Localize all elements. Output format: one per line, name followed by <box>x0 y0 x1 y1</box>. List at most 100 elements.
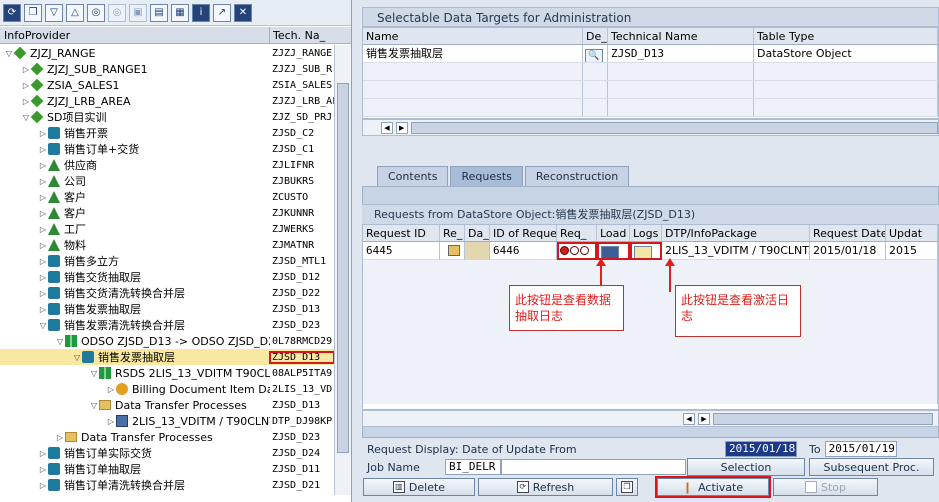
tree-node[interactable]: ▷ Data Transfer Processes ZJSD_D23 <box>0 429 334 445</box>
tree-node[interactable]: ▷ 物料 ZJMATNR <box>0 237 334 253</box>
date-to-field[interactable]: 2015/01/19 <box>824 441 897 457</box>
date-from-field[interactable]: 2015/01/18 <box>725 441 797 457</box>
scroll-right-icon[interactable]: ▶ <box>698 412 710 425</box>
expanded-arrow-icon[interactable]: ▽ <box>89 369 99 378</box>
tree-node[interactable]: ▷ 2LIS_13_VDITM / T90CLNT090DTP_DJ98KP <box>0 413 334 429</box>
col-request-id[interactable]: Request ID <box>363 225 440 241</box>
scroll-thumb[interactable] <box>713 412 933 425</box>
execute-icon[interactable]: ▤ <box>150 3 168 22</box>
refresh-button[interactable]: ⟳ Refresh <box>478 478 613 496</box>
job-name-extra-field[interactable] <box>501 459 686 475</box>
collapsed-arrow-icon[interactable]: ▷ <box>21 97 31 106</box>
tree-node[interactable]: ▽ RSDS 2LIS_13_VDITM T90CLNT09008ALP5ITA9 <box>0 365 334 381</box>
close-icon[interactable]: ✕ <box>234 3 252 22</box>
collapsed-arrow-icon[interactable]: ▷ <box>38 273 48 282</box>
table-row[interactable]: 销售发票抽取层 🔍 ZJSD_D13 DataStore Object <box>363 45 938 63</box>
expanded-arrow-icon[interactable]: ▽ <box>4 49 14 58</box>
tree-node[interactable]: ▽ 销售发票清洗转换合并层 ZJSD_D23 <box>0 317 334 333</box>
collapsed-arrow-icon[interactable]: ▷ <box>38 145 48 154</box>
activate-button[interactable]: ❙ Activate <box>655 476 771 498</box>
expanded-arrow-icon[interactable]: ▽ <box>72 353 82 362</box>
pin-icon[interactable]: ↗ <box>213 3 231 22</box>
collapsed-arrow-icon[interactable]: ▷ <box>38 241 48 250</box>
scroll-right-icon[interactable]: ▶ <box>395 121 408 134</box>
collapsed-arrow-icon[interactable]: ▷ <box>38 209 48 218</box>
subsequent-proc-button[interactable]: Subsequent Proc. <box>809 458 934 476</box>
collapsed-arrow-icon[interactable]: ▷ <box>106 385 116 394</box>
tree-node[interactable]: ▷ 销售订单清洗转换合并层 ZJSD_D21 <box>0 477 334 493</box>
tree-node[interactable]: ▷ 客户 ZJKUNNR <box>0 205 334 221</box>
collapsed-arrow-icon[interactable]: ▷ <box>106 417 116 426</box>
scroll-left-icon[interactable]: ◀ <box>381 121 393 134</box>
selection-button[interactable]: Selection <box>687 458 805 476</box>
filter-icon[interactable]: ▽ <box>45 3 63 22</box>
collapsed-arrow-icon[interactable]: ▷ <box>38 449 48 458</box>
tree-node[interactable]: ▷ Billing Document Item Data 2LIS_13_VD <box>0 381 334 397</box>
collapsed-arrow-icon[interactable]: ▷ <box>38 257 48 266</box>
collapsed-arrow-icon[interactable]: ▷ <box>55 433 65 442</box>
col-request-date[interactable]: Request Date <box>810 225 886 241</box>
col-update[interactable]: Updat <box>886 225 938 241</box>
expanded-arrow-icon[interactable]: ▽ <box>21 113 31 122</box>
targets-horizontal-scrollbar[interactable]: ◀ ▶ <box>362 119 939 136</box>
delete-button[interactable]: ▥ Delete <box>363 478 475 496</box>
tree-node[interactable]: ▷ 销售订单+交货 ZJSD_C1 <box>0 141 334 157</box>
targets-col-table-type[interactable]: Table Type <box>754 28 938 44</box>
col-re[interactable]: Re_ <box>440 225 465 241</box>
tree-node[interactable]: ▷ 销售开票 ZJSD_C2 <box>0 125 334 141</box>
collapsed-arrow-icon[interactable]: ▷ <box>38 305 48 314</box>
expanded-arrow-icon[interactable]: ▽ <box>89 401 99 410</box>
tree-node[interactable]: ▷ ZJZJ_LRB_AREA ZJZJ_LRB_AF <box>0 93 334 109</box>
targets-col-de[interactable]: De_ <box>583 28 608 44</box>
col-req[interactable]: Req_ <box>557 225 597 241</box>
scroll-thumb[interactable] <box>410 121 938 134</box>
col-id-of-request[interactable]: ID of Reques_ <box>490 225 557 241</box>
collapsed-arrow-icon[interactable]: ▷ <box>38 129 48 138</box>
expanded-arrow-icon[interactable]: ▽ <box>55 337 65 346</box>
collapsed-arrow-icon[interactable]: ▷ <box>38 289 48 298</box>
tab-reconstruction[interactable]: Reconstruction <box>524 166 630 186</box>
tree-node[interactable]: ▷ 销售订单抽取层 ZJSD_D11 <box>0 461 334 477</box>
column-infoprovider[interactable]: InfoProvider <box>0 27 270 43</box>
collapse-icon[interactable]: △ <box>66 3 84 22</box>
traffic-light-icon[interactable] <box>560 246 589 255</box>
tree-node[interactable]: ▽ 销售发票抽取层 ZJSD_D13 <box>0 349 334 365</box>
scroll-left-icon[interactable]: ◀ <box>683 412 695 425</box>
magnifier-icon[interactable]: 🔍 <box>585 48 603 62</box>
refresh-icon[interactable]: ⟳ <box>3 3 21 22</box>
info-icon[interactable]: i <box>192 3 210 22</box>
tree-node[interactable]: ▽ ODSO ZJSD_D13 -> ODSO ZJSD_D23 0L78RMCD2… <box>0 333 334 349</box>
tree-node[interactable]: ▷ ZSIA_SALES1 ZSIA_SALES <box>0 77 334 93</box>
col-dtp-infopackage[interactable]: DTP/InfoPackage <box>662 225 810 241</box>
col-da[interactable]: Da_ <box>465 225 490 241</box>
tree-node[interactable]: ▷ ZJZJ_SUB_RANGE1 ZJZJ_SUB_R <box>0 61 334 77</box>
collapsed-arrow-icon[interactable]: ▷ <box>21 65 31 74</box>
activation-log-icon[interactable] <box>634 245 652 260</box>
collapsed-arrow-icon[interactable]: ▷ <box>38 465 48 474</box>
tree-node[interactable]: ▷ 销售交货抽取层 ZJSD_D12 <box>0 269 334 285</box>
copy-icon[interactable]: ❐ <box>24 3 42 22</box>
col-logs[interactable]: Logs <box>630 225 662 241</box>
collapsed-arrow-icon[interactable]: ▷ <box>38 177 48 186</box>
collapsed-arrow-icon[interactable]: ▷ <box>38 481 48 490</box>
tab-requests[interactable]: Requests <box>450 166 523 186</box>
tree-node[interactable]: ▽ SD项目实训 ZJZ_SD_PRJ <box>0 109 334 125</box>
binoculars-icon[interactable]: ◎ <box>87 3 105 22</box>
tree-node[interactable]: ▷ 销售交货清洗转换合并层 ZJSD_D22 <box>0 285 334 301</box>
tree-node[interactable]: ▷ 销售发票抽取层 ZJSD_D13 <box>0 301 334 317</box>
collapsed-arrow-icon[interactable]: ▷ <box>21 81 31 90</box>
tree-node[interactable]: ▷ 工厂 ZJWERKS <box>0 221 334 237</box>
tree-node[interactable]: ▷ 客户 ZCUSTO <box>0 189 334 205</box>
display-icon[interactable]: ▦ <box>171 3 189 22</box>
table-icon[interactable] <box>447 245 460 256</box>
collapsed-arrow-icon[interactable]: ▷ <box>38 161 48 170</box>
tree-node[interactable]: ▷ 公司 ZJBUKRS <box>0 173 334 189</box>
targets-col-technical-name[interactable]: Technical Name <box>608 28 754 44</box>
tab-contents[interactable]: Contents <box>377 166 449 186</box>
tree-node[interactable]: ▽ ZJZJ_RANGE ZJZJ_RANGE <box>0 45 334 61</box>
job-name-field[interactable]: BI_DELR <box>445 459 501 475</box>
scroll-thumb[interactable] <box>337 83 349 453</box>
tree-vertical-scrollbar[interactable] <box>334 45 351 495</box>
tree-node[interactable]: ▽ Data Transfer Processes ZJSD_D13 <box>0 397 334 413</box>
tree-node[interactable]: ▷ 销售多立方 ZJSD_MTL1 <box>0 253 334 269</box>
